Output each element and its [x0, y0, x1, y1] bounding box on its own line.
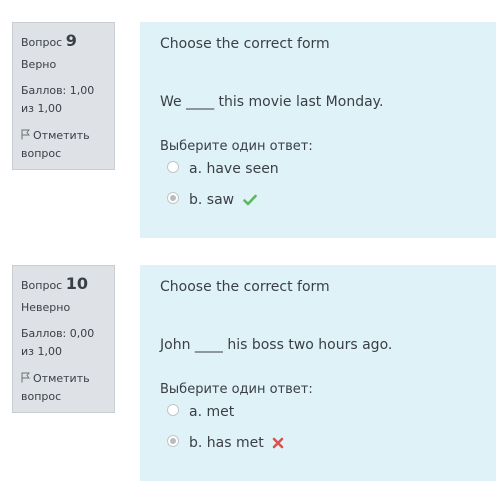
question-number: Вопрос 10	[21, 275, 106, 295]
question-number-label: Вопрос	[21, 36, 63, 49]
question-sentence: We ____ this movie last Monday.	[160, 94, 384, 110]
flag-question-label: Отметить вопрос	[21, 129, 90, 160]
answer-prompt: Выберите один ответ:	[160, 382, 313, 397]
flag-question-button[interactable]: Отметить вопрос	[21, 370, 106, 406]
answer-option-a[interactable]: a. have seen	[160, 156, 496, 187]
question-sentence: John ____ his boss two hours ago.	[160, 337, 393, 353]
question-state: Верно	[21, 58, 57, 71]
answer-option-b[interactable]: b. saw	[160, 187, 496, 218]
question-content: Choose the correct form John ____ his bo…	[140, 265, 496, 481]
flag-question-label: Отметить вопрос	[21, 372, 90, 403]
radio-button-selected[interactable]	[167, 192, 179, 204]
question-number: Вопрос 9	[21, 32, 106, 52]
flag-icon	[21, 129, 30, 140]
question-grade: Баллов: 1,00 из 1,00	[21, 84, 95, 115]
check-icon	[242, 194, 257, 206]
flag-question-button[interactable]: Отметить вопрос	[21, 127, 106, 163]
question-info-panel: Вопрос 10 Неверно Баллов: 0,00 из 1,00 О…	[12, 265, 115, 413]
question-content: Choose the correct form We ____ this mov…	[140, 22, 496, 238]
question-state: Неверно	[21, 301, 71, 314]
answer-option-a[interactable]: a. met	[160, 399, 496, 430]
radio-button-selected[interactable]	[167, 435, 179, 447]
question-number-value: 10	[65, 274, 88, 293]
answer-option-b[interactable]: b. has met	[160, 430, 496, 461]
answer-option-label: a. met	[189, 404, 235, 420]
question-number-label: Вопрос	[21, 279, 63, 292]
question-info-panel: Вопрос 9 Верно Баллов: 1,00 из 1,00 Отме…	[12, 22, 115, 170]
radio-button[interactable]	[167, 404, 179, 416]
question-title: Choose the correct form	[160, 36, 330, 52]
question-number-value: 9	[65, 31, 77, 50]
answer-option-label: b. saw	[189, 192, 235, 208]
question-grade: Баллов: 0,00 из 1,00	[21, 327, 95, 358]
cross-icon	[272, 437, 284, 449]
flag-icon	[21, 372, 30, 383]
radio-button[interactable]	[167, 161, 179, 173]
answer-prompt: Выберите один ответ:	[160, 139, 313, 154]
answer-option-label: a. have seen	[189, 161, 279, 177]
question-title: Choose the correct form	[160, 279, 330, 295]
answer-option-label: b. has met	[189, 435, 264, 451]
